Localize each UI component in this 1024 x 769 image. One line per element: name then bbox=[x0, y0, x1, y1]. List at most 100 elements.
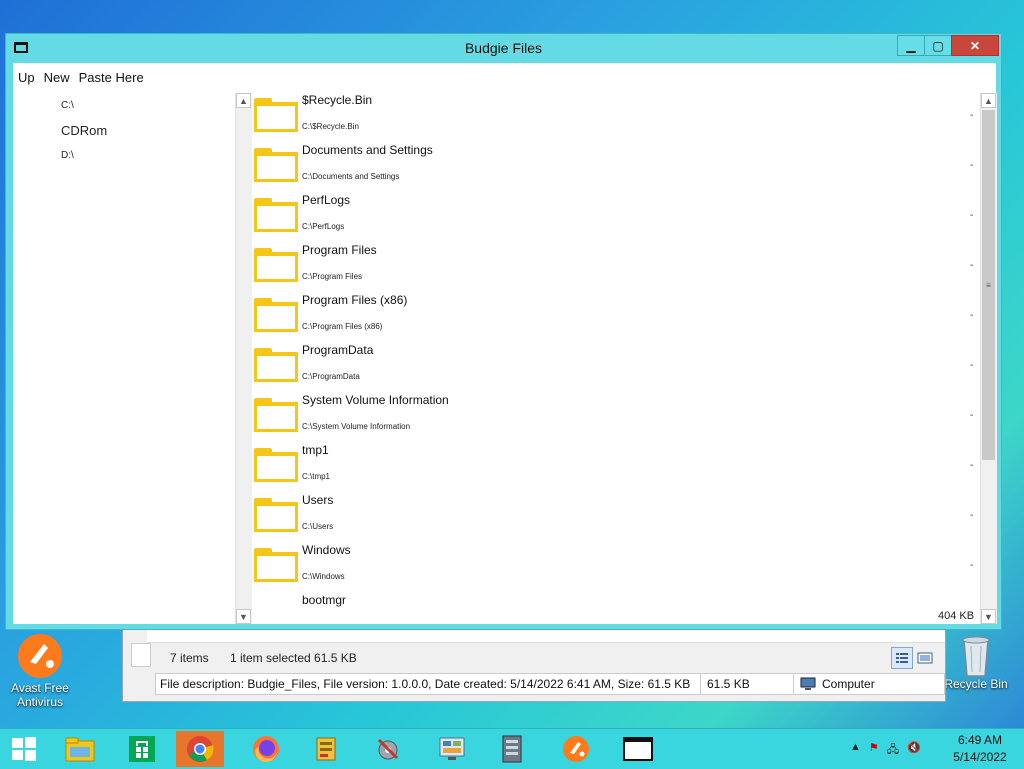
maximize-button[interactable]: ▢ bbox=[924, 35, 952, 56]
clock-time: 6:49 AM bbox=[957, 733, 1003, 747]
file-name: Program Files bbox=[302, 243, 377, 257]
folder-icon bbox=[254, 498, 298, 532]
file-size: - bbox=[970, 510, 974, 521]
menu-up[interactable]: Up bbox=[18, 70, 35, 85]
file-list-scrollbar[interactable]: ▲ ≡ ▼ bbox=[980, 93, 997, 624]
file-size: - bbox=[970, 560, 974, 571]
list-scroll-up-icon[interactable]: ▲ bbox=[981, 93, 996, 108]
desktop-icon-avast[interactable]: Avast Free Antivirus bbox=[0, 632, 80, 709]
avast-label: Avast Free Antivirus bbox=[11, 681, 69, 709]
window-app-taskbar-icon bbox=[623, 737, 653, 761]
background-explorer-window[interactable]: 7 items 1 item selected 61.5 KB File des… bbox=[122, 628, 946, 702]
start-button[interactable] bbox=[0, 731, 48, 767]
tools-icon bbox=[377, 738, 399, 760]
chrome-icon bbox=[187, 736, 214, 762]
tree-item-d-drive[interactable]: D:\ bbox=[61, 150, 74, 161]
file-size: - bbox=[970, 410, 974, 421]
control-panel-icon bbox=[439, 737, 465, 760]
file-row[interactable]: Program Files C:\Program Files - bbox=[252, 243, 980, 293]
taskbar-tools[interactable] bbox=[364, 731, 412, 767]
tree-item-c-drive[interactable]: C:\ bbox=[61, 100, 74, 111]
taskbar-firefox[interactable] bbox=[242, 731, 290, 767]
tree-scroll-down-icon[interactable]: ▼ bbox=[236, 609, 251, 624]
folder-icon bbox=[254, 248, 298, 282]
file-name: Program Files (x86) bbox=[302, 293, 408, 307]
gold-app-icon bbox=[316, 737, 336, 761]
file-row[interactable]: Windows C:\Windows - bbox=[252, 543, 980, 593]
folder-icon bbox=[254, 198, 298, 232]
large-icons-view-button[interactable] bbox=[914, 647, 936, 669]
action-center-icon[interactable]: ⚑ bbox=[869, 741, 879, 760]
file-path: C:\Windows bbox=[302, 572, 345, 581]
menu-bar: Up New Paste Here bbox=[13, 63, 148, 91]
file-name: ProgramData bbox=[302, 343, 374, 357]
folder-icon bbox=[254, 98, 298, 132]
file-row[interactable]: tmp1 C:\tmp1 - bbox=[252, 443, 980, 493]
taskbar-budgie-files[interactable] bbox=[614, 731, 662, 767]
file-path: C:\Program Files (x86) bbox=[302, 322, 383, 331]
taskbar-avast[interactable] bbox=[552, 731, 600, 767]
file-name: bootmgr bbox=[302, 593, 347, 607]
tree-scroll-up-icon[interactable]: ▲ bbox=[236, 93, 251, 108]
file-list: $Recycle.Bin C:\$Recycle.Bin - Documents an… bbox=[252, 93, 980, 624]
store-icon bbox=[129, 736, 155, 762]
list-scroll-down-icon[interactable]: ▼ bbox=[981, 609, 996, 624]
file-path: C:\tmp1 bbox=[302, 472, 331, 481]
taskbar: ▲ ⚑ 🖧 🔇 6:49 AM 5/14/2022 bbox=[0, 728, 1024, 769]
minimize-icon: ▁ bbox=[906, 38, 916, 53]
taskbar-app-gold[interactable] bbox=[302, 731, 350, 767]
folder-icon bbox=[254, 448, 298, 482]
list-scroll-thumb[interactable]: ≡ bbox=[982, 110, 995, 460]
server-manager-icon bbox=[502, 735, 522, 763]
file-size: - bbox=[970, 110, 974, 121]
file-name: Documents and Settings bbox=[302, 143, 433, 157]
close-button[interactable]: ✕ bbox=[951, 35, 999, 56]
file-size: 404 KB bbox=[938, 610, 975, 622]
taskbar-control-panel[interactable] bbox=[428, 731, 476, 767]
status-location-label: Computer bbox=[822, 677, 875, 691]
taskbar-server-manager[interactable] bbox=[488, 731, 536, 767]
tree-item-cdrom[interactable]: CDRom bbox=[61, 123, 107, 138]
taskbar-store[interactable] bbox=[118, 731, 166, 767]
file-row[interactable]: Documents and Settings C:\Documents and S… bbox=[252, 143, 980, 193]
file-row[interactable]: PerfLogs C:\PerfLogs - bbox=[252, 193, 980, 243]
file-name: tmp1 bbox=[302, 443, 329, 457]
close-icon: ✕ bbox=[969, 38, 981, 53]
firefox-icon bbox=[253, 736, 279, 763]
drive-tree: C:\ CDRom D:\ bbox=[13, 93, 235, 624]
background-content-pane bbox=[147, 629, 945, 643]
file-name: PerfLogs bbox=[302, 193, 351, 207]
file-size: - bbox=[970, 160, 974, 171]
minimize-button[interactable]: ▁ bbox=[897, 35, 925, 56]
file-row[interactable]: bootmgr 404 KB bbox=[252, 593, 980, 624]
file-path: C:\Program Files bbox=[302, 272, 363, 281]
budgie-files-window[interactable]: Budgie Files ▁ ▢ ✕ Up New Paste Here C:\… bbox=[5, 33, 1002, 630]
status-bar: File description: Budgie_Files, File ver… bbox=[155, 673, 945, 695]
taskbar-file-explorer[interactable] bbox=[56, 731, 104, 767]
folder-icon bbox=[254, 548, 298, 582]
recycle-bin-label: Recycle Bin bbox=[944, 677, 1008, 691]
details-view-button[interactable] bbox=[891, 647, 913, 669]
maximize-icon: ▢ bbox=[932, 38, 944, 53]
volume-icon[interactable]: 🔇 bbox=[907, 741, 921, 760]
file-name: Windows bbox=[302, 543, 351, 557]
window-client-area: Up New Paste Here C:\ CDRom D:\ ▲ ▼ $Rec… bbox=[13, 63, 997, 624]
file-row[interactable]: ProgramData C:\ProgramData - bbox=[252, 343, 980, 393]
show-hidden-icons-icon[interactable]: ▲ bbox=[850, 741, 861, 760]
tree-scrollbar[interactable]: ▲ ▼ bbox=[235, 93, 252, 624]
title-bar[interactable]: Budgie Files ▁ ▢ ✕ bbox=[6, 34, 1001, 62]
file-row[interactable]: Users C:\Users - bbox=[252, 493, 980, 543]
file-row[interactable]: $Recycle.Bin C:\$Recycle.Bin - bbox=[252, 93, 980, 143]
windows-logo-icon bbox=[12, 737, 36, 761]
menu-paste-here[interactable]: Paste Here bbox=[79, 70, 144, 85]
network-icon[interactable]: 🖧 bbox=[887, 741, 899, 760]
file-row[interactable]: System Volume Information C:\System Volum… bbox=[252, 393, 980, 443]
desktop-icon-recycle-bin[interactable]: Recycle Bin bbox=[936, 632, 1016, 691]
taskbar-chrome[interactable] bbox=[176, 731, 224, 767]
large-icons-view-icon bbox=[917, 652, 933, 664]
status-size: 61.5 KB bbox=[701, 674, 794, 694]
file-path: C:\System Volume Information bbox=[302, 422, 411, 431]
menu-new[interactable]: New bbox=[44, 70, 70, 85]
file-row[interactable]: Program Files (x86) C:\Program Files (x86… bbox=[252, 293, 980, 343]
taskbar-clock[interactable]: 6:49 AM 5/14/2022 bbox=[948, 732, 1012, 766]
